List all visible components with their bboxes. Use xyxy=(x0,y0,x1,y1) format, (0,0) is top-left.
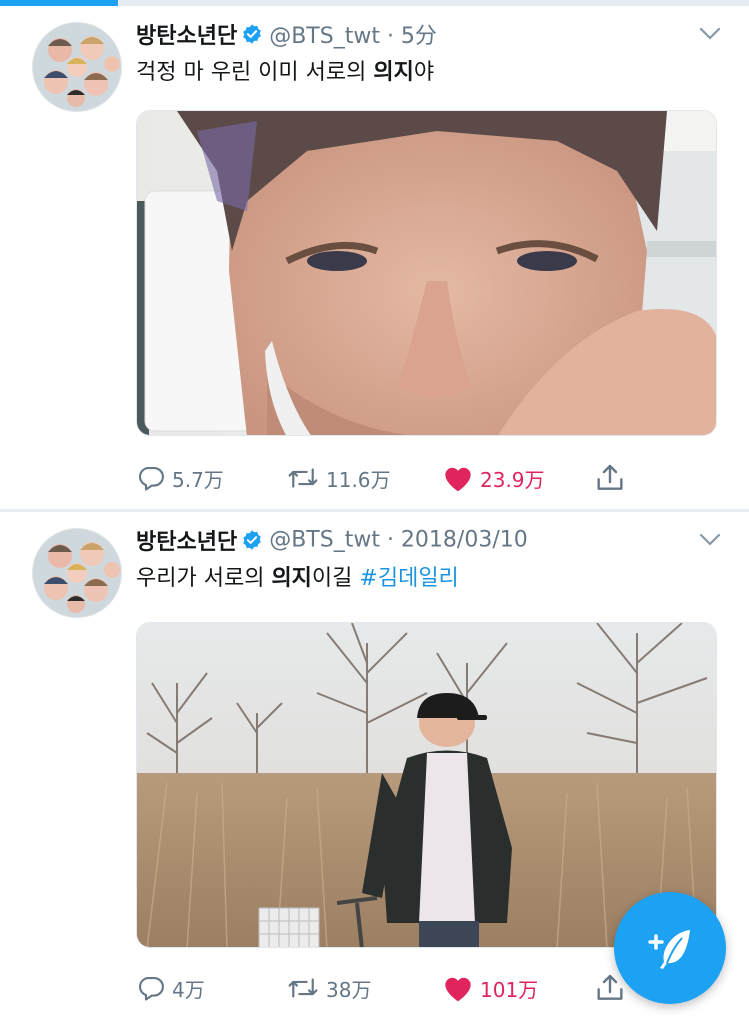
tweet-text-part: 걱정 마 우린 이미 서로의 xyxy=(136,60,374,85)
display-name[interactable]: 방탄소년단 xyxy=(136,530,237,555)
compose-tweet-icon xyxy=(648,930,690,969)
tweet-1[interactable]: 방탄소년단 @BTS_twt · 5分 걱정 마 우린 이미 서로의 의지야 5… xyxy=(0,6,749,510)
reply-count: 5.7万 xyxy=(172,467,224,492)
retweet-button[interactable]: 11.6万 xyxy=(286,460,391,496)
heart-icon xyxy=(445,977,471,1002)
chevron-down-icon[interactable] xyxy=(699,532,721,546)
tweet-text-bold: 의지 xyxy=(271,566,312,591)
tweet-text-part: 이길 xyxy=(311,566,360,591)
retweet-count: 11.6万 xyxy=(326,467,391,492)
tweet-text: 걱정 마 우린 이미 서로의 의지야 xyxy=(136,54,434,86)
tweet-header: 방탄소년단 @BTS_twt · 2018/03/10 xyxy=(136,524,726,560)
tweet-text-part: 우리가 서로의 xyxy=(136,566,272,591)
tweet-photo[interactable] xyxy=(136,622,717,948)
tweet-text-part: 야 xyxy=(413,60,435,85)
compose-tweet-button[interactable] xyxy=(614,892,726,1004)
display-name[interactable]: 방탄소년단 xyxy=(136,24,237,49)
avatar[interactable] xyxy=(32,528,122,618)
retweet-icon xyxy=(288,978,318,998)
retweet-button[interactable]: 38万 xyxy=(286,970,371,1006)
tweet-photo[interactable] xyxy=(136,110,717,436)
retweet-icon xyxy=(288,468,318,488)
reply-button[interactable]: 5.7万 xyxy=(136,460,224,496)
like-button[interactable]: 101万 xyxy=(442,970,538,1006)
handle-and-time: @BTS_twt · 2018/03/10 xyxy=(269,527,528,553)
avatar[interactable] xyxy=(32,22,122,112)
like-button[interactable]: 23.9万 xyxy=(442,460,545,496)
tweet-text: 우리가 서로의 의지이길 #김데일리 xyxy=(136,560,459,592)
tweet-actions: 4万 38万 101万 xyxy=(136,970,696,1006)
share-icon xyxy=(597,464,623,490)
tweet-header: 방탄소년단 @BTS_twt · 5分 xyxy=(136,18,726,54)
verified-badge-icon xyxy=(241,23,263,45)
like-count: 23.9万 xyxy=(480,467,545,492)
reply-icon xyxy=(139,976,164,1001)
reply-count: 4万 xyxy=(172,977,205,1002)
share-button[interactable] xyxy=(594,460,632,496)
like-count: 101万 xyxy=(480,977,539,1002)
hashtag-link[interactable]: #김데일리 xyxy=(359,566,458,591)
chevron-down-icon[interactable] xyxy=(699,26,721,40)
handle-and-time: @BTS_twt · 5分 xyxy=(269,24,437,49)
verified-badge-icon xyxy=(241,529,263,551)
tweet-text-bold: 의지 xyxy=(373,60,414,85)
retweet-count: 38万 xyxy=(326,977,372,1002)
reply-button[interactable]: 4万 xyxy=(136,970,205,1006)
tweet-actions: 5.7万 11.6万 23.9万 xyxy=(136,460,696,496)
reply-icon xyxy=(139,466,164,491)
heart-icon xyxy=(445,467,471,492)
